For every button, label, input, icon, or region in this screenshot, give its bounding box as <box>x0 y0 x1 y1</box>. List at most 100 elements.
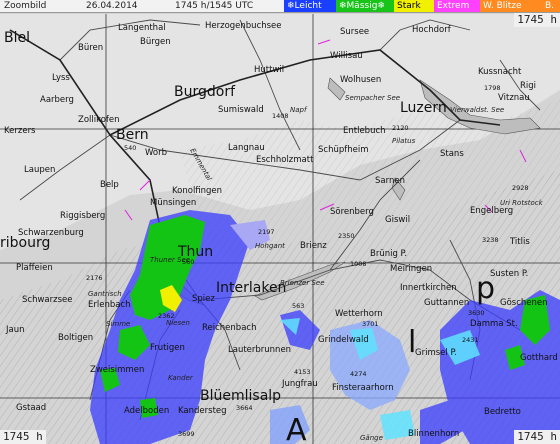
label-blinnenhorn: Blinnenhorn <box>408 429 459 439</box>
label-reichenbach: Reichenbach <box>202 323 256 333</box>
label-gotthard: Gotthard <box>520 353 558 363</box>
label-damma: Damma St. <box>470 319 518 329</box>
elev-niesen: 2362 <box>158 312 175 320</box>
elev-bruenig: 1008 <box>350 260 367 268</box>
elev-bluemlisalp: 3664 <box>236 404 253 412</box>
label-bluemlisalp: Blüemlisalp <box>200 388 281 404</box>
label-finsteraarhorn: Finsteraarhorn <box>332 383 394 393</box>
label-wolhusen: Wolhusen <box>340 75 381 85</box>
label-engelberg: Engelberg <box>470 206 513 216</box>
elev-thun: 560 <box>182 258 194 266</box>
label-goeschenen: Göschenen <box>500 298 548 308</box>
label-wetterhorn: Wetterhorn <box>335 309 383 319</box>
elev-rigi: 1798 <box>484 84 501 92</box>
label-langnau: Langnau <box>228 143 265 153</box>
label-riggisberg: Riggisberg <box>60 211 105 221</box>
label-willisau: Willisau <box>330 51 363 61</box>
label-sursee: Sursee <box>340 27 369 37</box>
region-letter-a: A <box>286 413 307 444</box>
elev-finsteraarhorn: 4274 <box>350 370 367 378</box>
label-pilatus: Pilatus <box>392 137 416 145</box>
label-hohgant: Hohgant <box>255 242 285 250</box>
label-kandersteg: Kandersteg <box>178 406 227 416</box>
elev-uri-rotstock: 2928 <box>512 184 529 192</box>
label-gstaad: Gstaad <box>16 403 46 413</box>
label-stans: Stans <box>440 149 464 159</box>
label-brienz: Brienz <box>300 241 327 251</box>
label-entlebuch: Entlebuch <box>343 126 386 136</box>
label-uri-rotstock: Uri Rotstock <box>500 199 544 207</box>
label-worb: Worb <box>145 148 167 158</box>
elev-brienzer-rothorn: 2350 <box>338 232 355 240</box>
header-bar: Zoombild 26.04.2014 1745 h/1545 UTC ❄Lei… <box>0 0 560 13</box>
label-grimsel: Grimsel P. <box>415 348 457 358</box>
label-jaun: Jaun <box>5 325 25 335</box>
header-time: 1745 h/1545 UTC <box>175 1 254 11</box>
label-grindelwald: Grindelwald <box>318 335 369 345</box>
label-zollikofen: Zollikofen <box>78 115 120 125</box>
timestamp-bottom-left: 1745 h <box>0 430 46 444</box>
label-konolfingen: Konolfingen <box>172 186 222 196</box>
radar-map[interactable]: Biel Büren Lyss Aarberg Zollikofen Kerze… <box>0 0 560 444</box>
radar-map-view: Biel Büren Lyss Aarberg Zollikofen Kerze… <box>0 0 560 444</box>
label-lauterbrunnen: Lauterbrunnen <box>228 345 291 355</box>
label-susten: Susten P. <box>490 269 528 279</box>
label-brienzersee: Brienzer See <box>280 279 325 287</box>
label-vierwaldstaettersee: Vierwaldst. See <box>450 106 504 114</box>
label-niesen: Niesen <box>166 319 190 327</box>
label-jungfrau: Jungfrau <box>281 379 318 389</box>
legend-light: ❄Leicht <box>284 0 336 12</box>
header-date: 26.04.2014 <box>86 1 138 11</box>
label-titlis: Titlis <box>509 237 530 247</box>
label-bedretto: Bedretto <box>484 407 521 417</box>
region-letter-l: l <box>408 325 416 360</box>
label-erlenbach: Erlenbach <box>88 300 131 310</box>
label-vitznau: Vitznau <box>498 93 530 103</box>
label-soerenberg: Sörenberg <box>330 207 374 217</box>
label-rigi: Rigi <box>520 81 536 91</box>
label-simme: Simme <box>106 320 130 328</box>
label-zweisimmen: Zweisimmen <box>90 365 144 375</box>
label-hochdorf: Hochdorf <box>412 25 452 35</box>
elev-damma: 3630 <box>468 309 485 317</box>
label-fribourg: ribourg <box>0 235 50 251</box>
legend-heavy: Stark <box>394 0 434 12</box>
header-title: Zoombild <box>4 1 47 11</box>
elev-bern: 540 <box>124 144 136 152</box>
label-muensingen: Münsingen <box>150 198 196 208</box>
label-schwarzsee: Schwarzsee <box>22 295 72 305</box>
snowflake-icon: ❄ <box>339 1 347 11</box>
label-kander: Kander <box>168 374 194 382</box>
label-meiringen: Meiringen <box>390 264 432 274</box>
legend-lightning: W. Blitze <box>480 0 542 12</box>
label-sarnen: Sarnen <box>375 176 405 186</box>
label-spiez: Spiez <box>192 294 215 304</box>
label-sumiswald: Sumiswald <box>218 105 264 115</box>
label-aarberg: Aarberg <box>40 95 74 105</box>
label-guttannen: Guttannen <box>424 298 469 308</box>
label-giswil: Giswil <box>385 215 410 225</box>
label-kussnacht: Kussnacht <box>478 67 522 77</box>
elev-wetterhorn: 3701 <box>362 320 379 328</box>
label-langenthal: Langenthal <box>118 23 166 33</box>
elev-gantrisch: 2176 <box>86 274 103 282</box>
legend-moderate: ❄Mässig❄ <box>336 0 394 12</box>
label-innertkirchen: Innertkirchen <box>400 283 457 293</box>
label-gantrisch: Gantrisch <box>88 290 122 298</box>
label-bruenig: Brünig P. <box>370 249 407 259</box>
label-buergen: Bürgen <box>140 37 171 47</box>
timestamp-bottom-right: 1745 h <box>514 430 560 444</box>
elev-interlaken: 563 <box>292 302 304 310</box>
elev-pilatus: 2120 <box>392 124 409 132</box>
label-herzogenbuchsee: Herzogenbuchsee <box>205 21 282 31</box>
label-sempachersee: Sempacher See <box>345 94 400 102</box>
legend-extreme: Extrem <box>434 0 480 12</box>
label-huttwil: Huttwil <box>254 65 284 75</box>
label-adelboden: Adelboden <box>124 406 169 416</box>
timestamp-top-right: 1745 h <box>514 13 560 27</box>
label-napf: Napf <box>290 106 308 114</box>
label-biel: Biel <box>4 30 30 46</box>
elev-jungfrau: 4153 <box>294 368 311 376</box>
label-lyss: Lyss <box>52 73 70 83</box>
label-frutigen: Frutigen <box>150 343 185 353</box>
